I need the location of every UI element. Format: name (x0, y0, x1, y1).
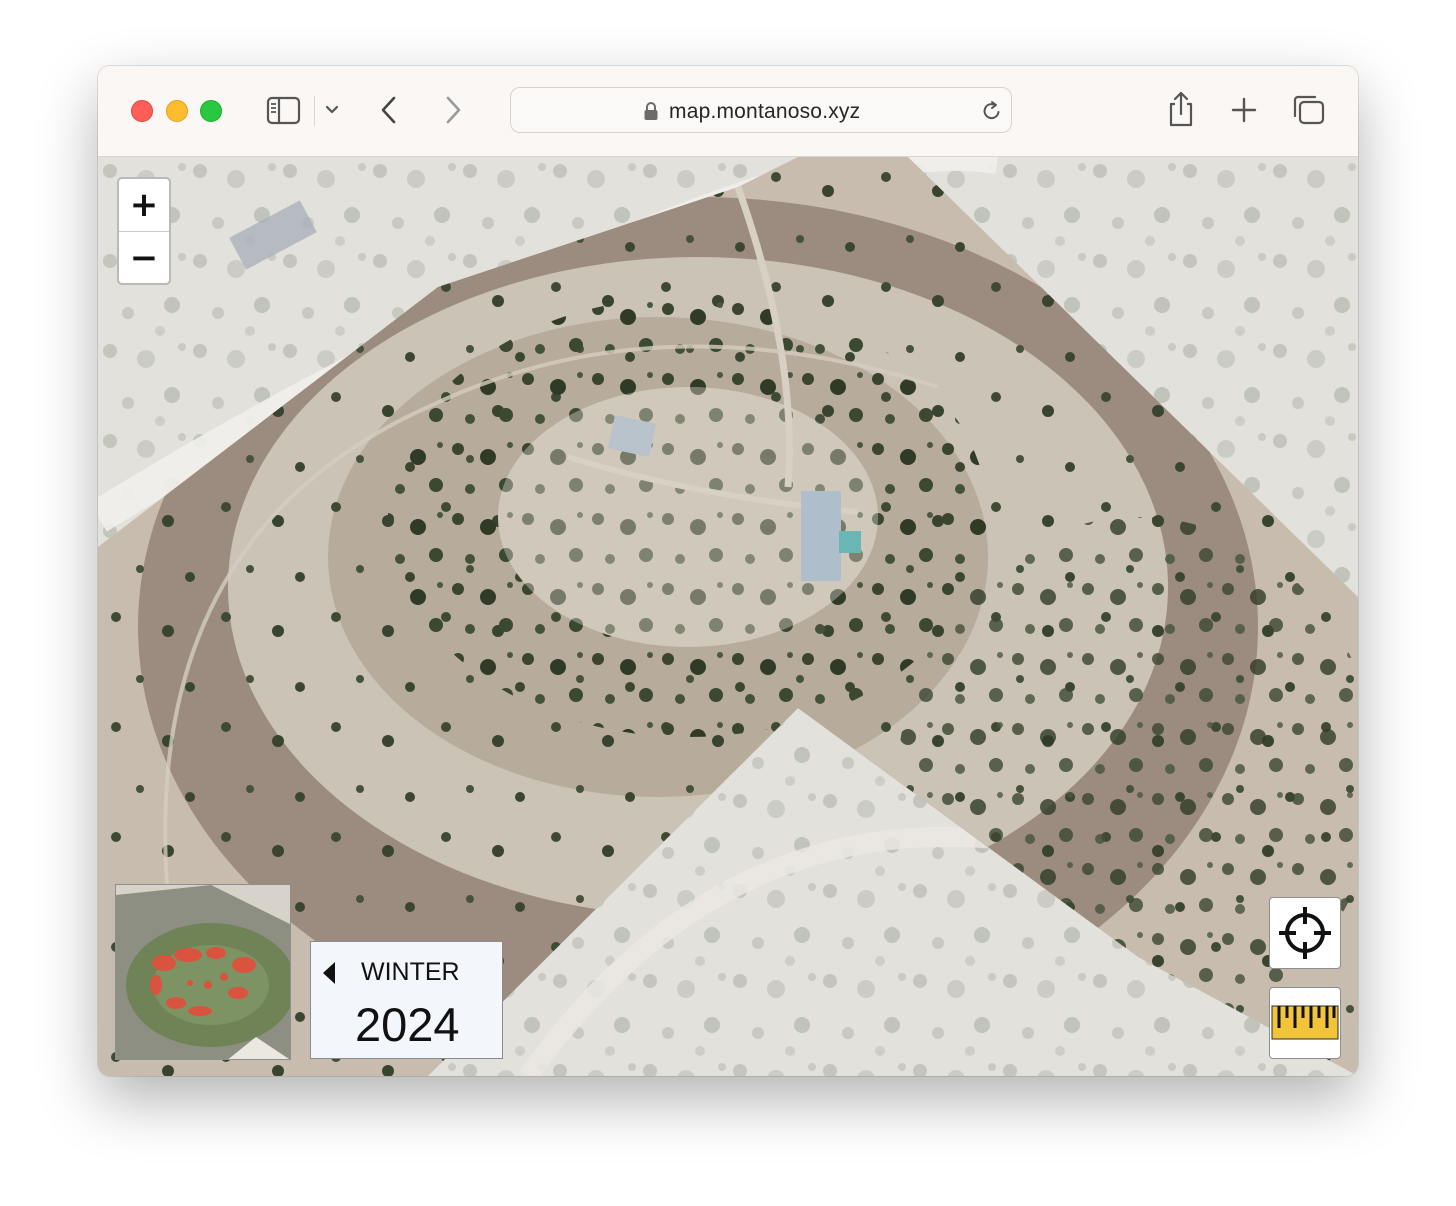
chevron-down-icon[interactable] (324, 104, 340, 116)
layer-thumbnail[interactable] (115, 884, 291, 1060)
browser-window: map.montanoso.xyz + − WINTER 2024 (98, 66, 1358, 1076)
close-window-button[interactable] (131, 100, 153, 122)
season-selector: WINTER 2024 (310, 941, 503, 1059)
measure-button[interactable] (1269, 987, 1341, 1059)
lock-icon (644, 102, 658, 120)
minimize-window-button[interactable] (166, 100, 188, 122)
map-view[interactable]: + − WINTER 2024 (98, 157, 1358, 1076)
previous-season-button[interactable] (323, 962, 335, 984)
season-label: WINTER (361, 958, 460, 986)
heatmap-preview (116, 885, 290, 1059)
locate-button[interactable] (1269, 897, 1341, 969)
zoom-control: + − (117, 177, 171, 285)
chevron-left-icon[interactable] (378, 94, 400, 126)
plus-icon[interactable] (1230, 96, 1258, 124)
season-year: 2024 (355, 998, 460, 1051)
address-bar[interactable]: map.montanoso.xyz (510, 87, 1012, 133)
maximize-window-button[interactable] (200, 100, 222, 122)
chevron-right-icon[interactable] (442, 94, 464, 126)
reload-icon[interactable] (981, 100, 1003, 122)
url-text: map.montanoso.xyz (669, 100, 861, 123)
tabs-icon[interactable] (1292, 94, 1326, 126)
zoom-in-button[interactable]: + (119, 179, 169, 231)
toolbar-divider (314, 96, 315, 126)
browser-toolbar: map.montanoso.xyz (98, 66, 1358, 157)
share-icon[interactable] (1166, 90, 1196, 128)
ruler-icon (1271, 1005, 1339, 1040)
crosshair-icon (1279, 907, 1331, 959)
sidebar-icon[interactable] (266, 96, 302, 126)
zoom-out-button[interactable]: − (119, 232, 169, 283)
